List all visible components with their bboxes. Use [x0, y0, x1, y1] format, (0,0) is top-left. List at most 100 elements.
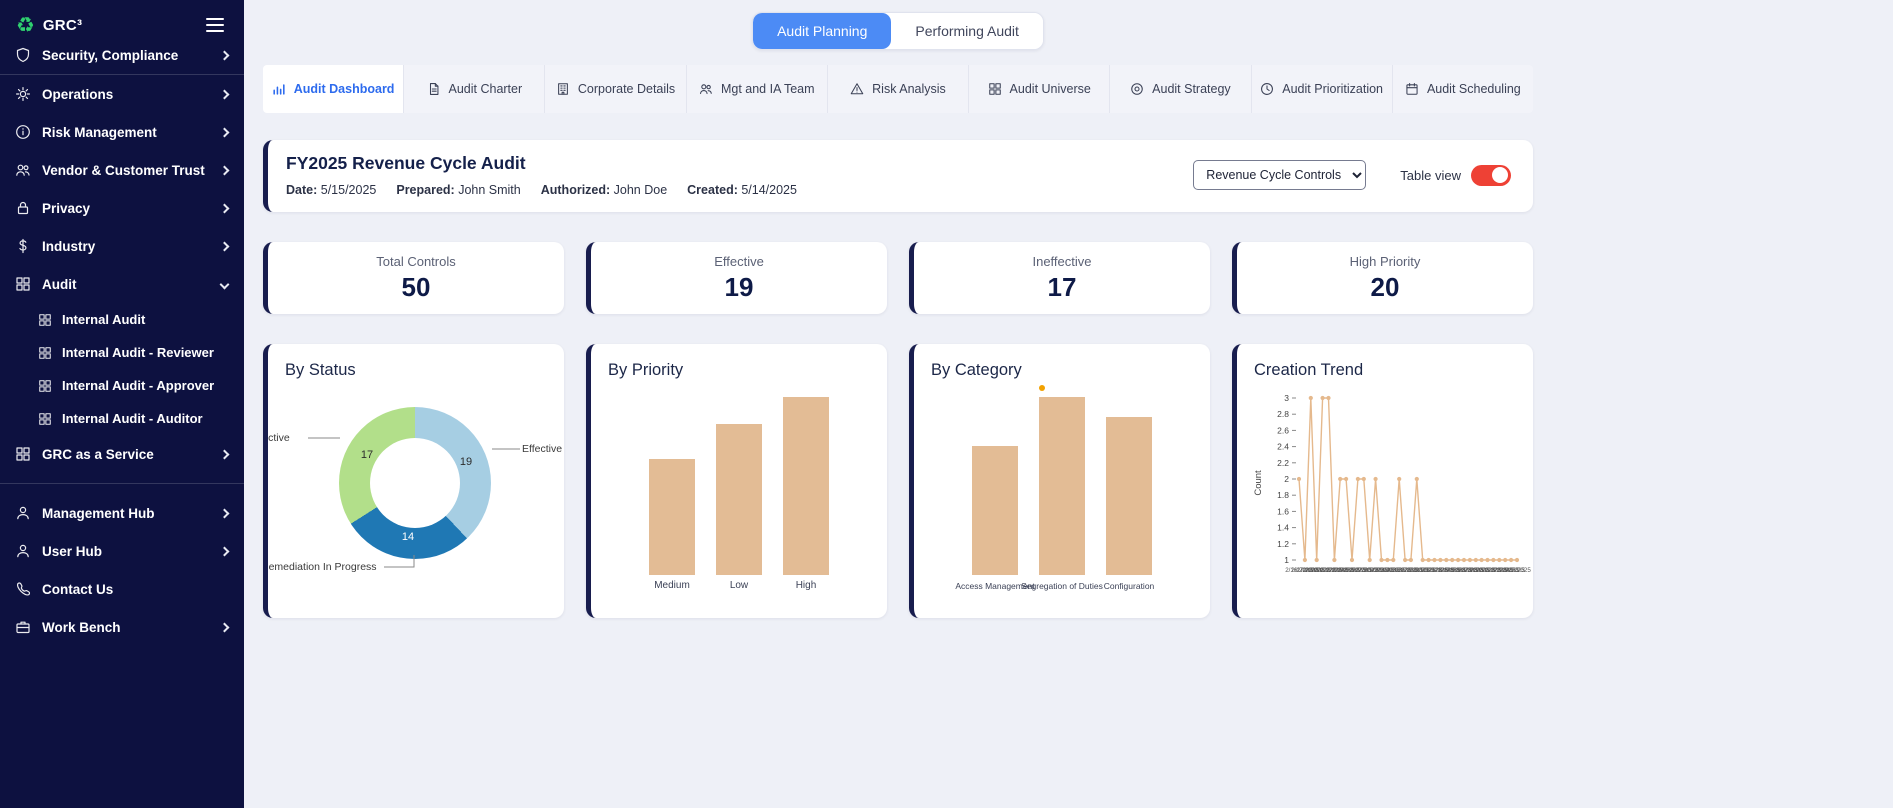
sidebar-item-operations[interactable]: Operations [0, 75, 244, 113]
tab-label: Mgt and IA Team [721, 82, 815, 96]
chart-card-by-status: By Status191417EffectiveRemediation In P… [263, 344, 564, 618]
tab-audit-universe[interactable]: Audit Universe [969, 65, 1110, 113]
main-content: Audit PlanningPerforming Audit Audit Das… [244, 0, 1533, 618]
audit-meta: Date: 5/15/2025Prepared: John SmithAutho… [286, 183, 797, 197]
app-logo-text: GRC³ [43, 17, 83, 34]
stat-card-ineffective: Ineffective17 [909, 242, 1210, 314]
slice-value-remediation-in-progress: 14 [402, 531, 414, 543]
sidebar-item-grc-as-a-service[interactable]: GRC as a Service [0, 435, 244, 473]
sidebar-item-privacy[interactable]: Privacy [0, 189, 244, 227]
tab-audit-prioritization[interactable]: Audit Prioritization [1252, 65, 1393, 113]
chevron-right-icon [220, 50, 230, 60]
bar-label: Segregation of Duties [1021, 580, 1103, 592]
bar-configuration [1106, 417, 1152, 575]
stat-card-total-controls: Total Controls50 [263, 242, 564, 314]
stat-label: Effective [714, 254, 764, 269]
stat-label: High Priority [1350, 254, 1421, 269]
chevron-right-icon [220, 508, 230, 518]
chevron-right-icon [220, 241, 230, 251]
person-icon [15, 505, 31, 521]
stat-label: Total Controls [376, 254, 455, 269]
svg-text:2.2: 2.2 [1277, 458, 1289, 468]
sidebar-item-industry[interactable]: Industry [0, 227, 244, 265]
bar-column-configuration: Configuration [1106, 417, 1152, 592]
donut-hole [370, 438, 460, 528]
svg-text:2.6: 2.6 [1277, 425, 1289, 435]
stat-value: 19 [725, 272, 754, 303]
sidebar-item-label: Audit [42, 277, 77, 292]
chevron-right-icon [220, 89, 230, 99]
audit-header-controls: Revenue Cycle Controls Table view [1193, 160, 1511, 190]
audit-header-card: FY2025 Revenue Cycle Audit Date: 5/15/20… [263, 140, 1533, 212]
sidebar-item-management-hub[interactable]: Management Hub [0, 494, 244, 532]
building-icon [556, 82, 570, 96]
tab-audit-dashboard[interactable]: Audit Dashboard [263, 65, 404, 113]
sidebar-item-label: Operations [42, 87, 113, 102]
sidebar-subitem-internal-audit[interactable]: Internal Audit [0, 303, 244, 336]
sidebar-item-security-compliance[interactable]: Security, Compliance [0, 36, 244, 75]
stat-card-high-priority: High Priority20 [1232, 242, 1533, 314]
mode-option-performing-audit[interactable]: Performing Audit [891, 13, 1043, 49]
sidebar-item-audit[interactable]: Audit [0, 265, 244, 303]
app-logo-icon: ♻ [16, 15, 35, 36]
tab-risk-analysis[interactable]: Risk Analysis [828, 65, 969, 113]
svg-text:1.4: 1.4 [1277, 523, 1289, 533]
controls-dropdown[interactable]: Revenue Cycle Controls [1193, 160, 1366, 190]
bar-access-management [972, 446, 1018, 575]
sidebar-item-risk-management[interactable]: Risk Management [0, 113, 244, 151]
sidebar-item-work-bench[interactable]: Work Bench [0, 608, 244, 646]
sidebar-item-vendor-customer-trust[interactable]: Vendor & Customer Trust [0, 151, 244, 189]
svg-text:1.6: 1.6 [1277, 506, 1289, 516]
grid-icon [38, 379, 52, 393]
bar-plot: Access ManagementSegregation of DutiesCo… [914, 397, 1210, 592]
sidebar-item-label: Industry [42, 239, 95, 254]
sidebar-item-label: Management Hub [42, 506, 155, 521]
sidebar: ♻ GRC³ Security, Compliance Operations Ris… [0, 0, 244, 808]
tab-audit-scheduling[interactable]: Audit Scheduling [1393, 65, 1533, 113]
svg-text:1: 1 [1284, 555, 1289, 565]
sidebar-subitem-internal-audit-reviewer[interactable]: Internal Audit - Reviewer [0, 336, 244, 369]
dollar-icon [15, 238, 31, 254]
sidebar-item-contact-us[interactable]: Contact Us [0, 570, 244, 608]
calendar-icon [1405, 82, 1419, 96]
stat-value: 17 [1048, 272, 1077, 303]
sidebar-item-label: Risk Management [42, 125, 157, 140]
sidebar-nav: Security, Compliance Operations Risk Manag… [0, 36, 244, 646]
sidebar-subitem-label: Internal Audit - Reviewer [62, 345, 214, 360]
chart-title: By Category [931, 361, 1022, 380]
chart-title: By Priority [608, 361, 683, 380]
sidebar-subitem-label: Internal Audit [62, 312, 145, 327]
mode-toggle: Audit PlanningPerforming Audit [752, 12, 1044, 50]
bar-medium [649, 459, 695, 575]
table-view-toggle[interactable] [1471, 165, 1511, 186]
bar-column-low: Low [716, 424, 762, 592]
tab-corporate-details[interactable]: Corporate Details [545, 65, 686, 113]
sidebar-item-user-hub[interactable]: User Hub [0, 532, 244, 570]
slice-label-remediation-in-progress: Remediation In Progress [263, 561, 377, 573]
mode-option-audit-planning[interactable]: Audit Planning [753, 13, 891, 49]
tab-audit-strategy[interactable]: Audit Strategy [1110, 65, 1251, 113]
bar-column-high: High [783, 397, 829, 592]
tab-audit-charter[interactable]: Audit Charter [404, 65, 545, 113]
sidebar-subitem-internal-audit-auditor[interactable]: Internal Audit - Auditor [0, 402, 244, 435]
bar-label: Configuration [1104, 580, 1155, 592]
chart-card-by-category: By Category Access ManagementSegregation … [909, 344, 1210, 618]
shield-icon [15, 47, 31, 63]
tab-mgt-and-ia-team[interactable]: Mgt and IA Team [687, 65, 828, 113]
meta-authorized: Authorized: John Doe [541, 183, 667, 197]
warning-icon [850, 82, 864, 96]
sidebar-subitem-internal-audit-approver[interactable]: Internal Audit - Approver [0, 369, 244, 402]
meta-prepared: Prepared: John Smith [396, 183, 520, 197]
svg-text:3/25/2025: 3/25/2025 [1503, 567, 1531, 574]
svg-text:1.2: 1.2 [1277, 539, 1289, 549]
grid-icon [38, 346, 52, 360]
people-icon [699, 82, 713, 96]
hamburger-menu-icon[interactable] [202, 14, 228, 36]
tab-label: Audit Scheduling [1427, 82, 1521, 96]
chart-title: Creation Trend [1254, 361, 1363, 380]
x-axis-labels: 2/16/20252/17/20252/18/20252/19/20252/20… [1285, 567, 1531, 574]
sidebar-item-label: Work Bench [42, 620, 121, 635]
bar-high [783, 397, 829, 575]
table-view-label: Table view [1400, 168, 1461, 183]
chevron-right-icon [220, 203, 230, 213]
